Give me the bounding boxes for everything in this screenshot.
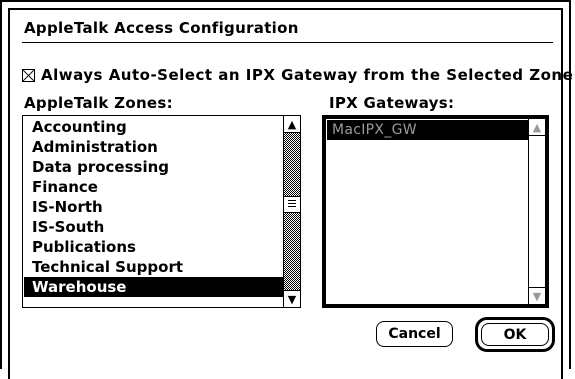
zone-item[interactable]: Data processing [24, 157, 283, 177]
gateways-label: IPX Gateways: [329, 94, 455, 112]
scroll-thumb[interactable] [284, 196, 300, 213]
cancel-button[interactable]: Cancel [376, 321, 453, 347]
gateways-list-inner: MacIPX_GW ▲ ▼ [325, 118, 546, 305]
auto-select-checkbox[interactable] [22, 68, 35, 82]
zone-item[interactable]: Technical Support [24, 257, 283, 277]
zones-scrollbar[interactable]: ▲ ▼ [283, 116, 300, 307]
zone-item[interactable]: Finance [24, 177, 283, 197]
zone-item-selected[interactable]: Warehouse [24, 277, 283, 297]
scroll-down-arrow-icon: ▼ [529, 287, 545, 304]
zones-items: Accounting Administration Data processin… [24, 117, 283, 306]
gateways-scrollbar: ▲ ▼ [528, 119, 545, 304]
ok-button[interactable]: OK [481, 323, 549, 346]
grip-icon [288, 200, 296, 209]
zone-item[interactable]: Accounting [24, 117, 283, 137]
gateways-items: MacIPX_GW [327, 120, 528, 303]
zone-item[interactable]: Publications [24, 237, 283, 257]
title-divider [22, 42, 553, 43]
zone-item[interactable]: IS-North [24, 197, 283, 217]
auto-select-option[interactable]: Always Auto-Select an IPX Gateway from t… [22, 66, 573, 84]
auto-select-label[interactable]: Always Auto-Select an IPX Gateway from t… [41, 66, 573, 84]
zones-list[interactable]: Accounting Administration Data processin… [22, 115, 301, 308]
scroll-up-arrow-icon[interactable]: ▲ [284, 116, 300, 133]
dialog-title: AppleTalk Access Configuration [24, 19, 299, 37]
scroll-down-arrow-icon[interactable]: ▼ [284, 290, 300, 307]
zone-item[interactable]: Administration [24, 137, 283, 157]
scroll-up-arrow-icon: ▲ [529, 119, 545, 136]
gateways-list[interactable]: MacIPX_GW ▲ ▼ [322, 115, 549, 308]
zone-item[interactable]: IS-South [24, 217, 283, 237]
gateway-item[interactable]: MacIPX_GW [327, 120, 528, 140]
zones-label: AppleTalk Zones: [24, 94, 173, 112]
ok-button-default-ring: OK [475, 317, 555, 352]
